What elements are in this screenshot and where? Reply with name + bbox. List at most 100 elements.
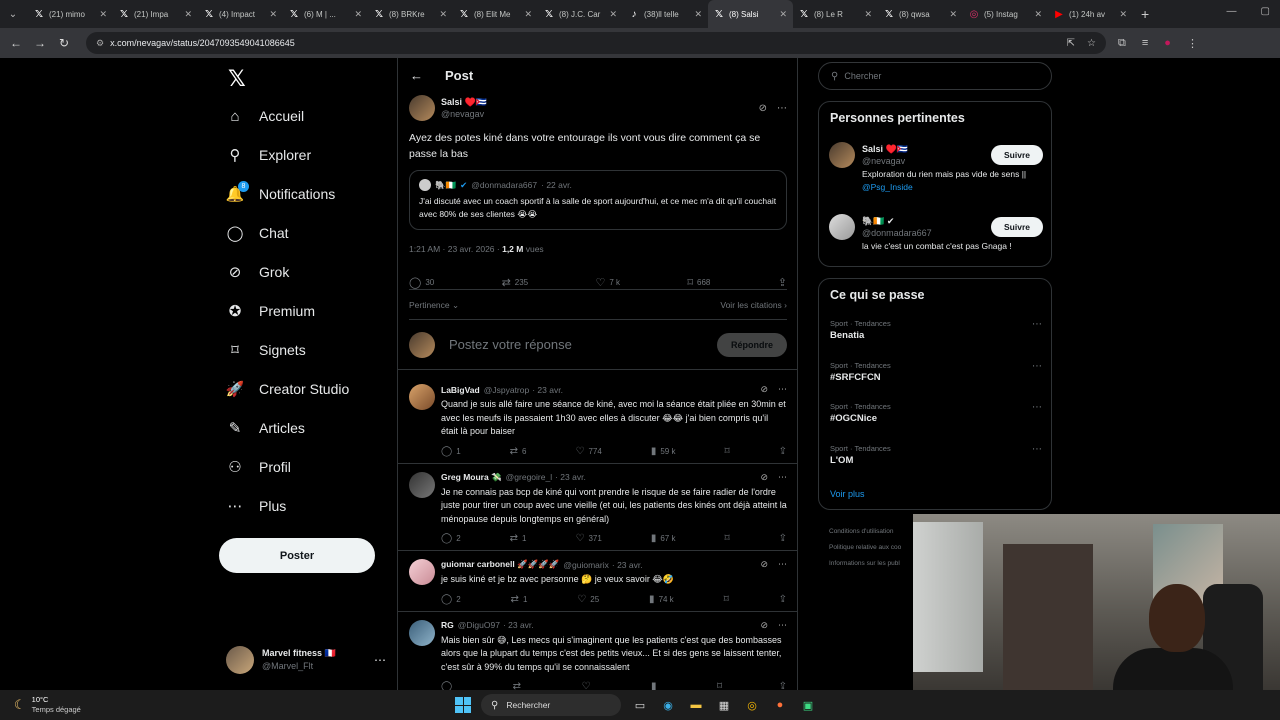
maximize-icon[interactable]: ▢ [1261,6,1270,17]
see-more-link[interactable]: Voir plus [830,489,865,499]
extensions-icon[interactable]: ⧉ [1118,37,1126,50]
reply-action[interactable]: ◯ 2 [441,594,461,605]
reply-author-name[interactable]: RG [441,620,454,630]
person-name[interactable]: Salsi ♥️🇨🇺 [862,143,908,155]
share-action[interactable]: ⇪ [779,594,787,605]
reply-date[interactable]: · 23 avr. [532,385,563,395]
nav-item-plus[interactable]: ⋯ Plus [226,491,287,521]
profile-icon[interactable]: ● [1164,37,1171,50]
file-explorer-icon[interactable]: ▬ [687,696,705,714]
taskbar-search[interactable]: ⚲ Rechercher [481,694,621,716]
reply-author-handle[interactable]: @gregoire_l [506,472,552,482]
store-icon[interactable]: ▦ [715,696,733,714]
menu-icon[interactable]: ⋮ [1187,37,1198,50]
more-icon[interactable]: ⋯ [1032,319,1042,330]
close-icon[interactable]: ✕ [99,9,107,20]
views-action[interactable]: ▮ 67 k [651,533,676,544]
bookmark-action[interactable]: ⌑ [717,681,722,690]
person-card[interactable]: Salsi ♥️🇨🇺 @nevagav Suivre Exploration d… [829,142,1043,194]
task-view-icon[interactable]: ▭ [631,696,649,714]
browser-tab[interactable]: ♪ (38)ll telle ✕ [623,0,708,28]
trend-item[interactable]: Sport · Tendances Benatia ⋯ [830,319,1042,341]
chrome-icon[interactable]: ◎ [743,696,761,714]
heart-action[interactable]: ♡ 371 [576,533,602,544]
reply-author-name[interactable]: LaBigVad [441,385,480,395]
share-action[interactable]: ⇪ [779,681,787,690]
bookmark-action[interactable]: ⌑ [724,594,729,605]
views-action[interactable]: ▮ 59 k [651,446,676,457]
reply-action[interactable]: ◯ 2 [441,533,461,544]
close-icon[interactable]: ✕ [949,9,957,20]
follow-button[interactable]: Suivre [991,217,1043,237]
back-arrow-icon[interactable]: ← [410,68,423,83]
reply-author-handle[interactable]: @Jspyatrop [484,385,529,395]
app-icon[interactable]: ▣ [799,696,817,714]
bio-link[interactable]: @Psg_Inside [862,182,913,192]
footer-link[interactable]: Politique relative aux coo [829,540,901,556]
nav-item-premium[interactable]: ✪ Premium [226,296,315,326]
quoted-tweet[interactable]: 🐘🇨🇮 ✔ @donmadara667 · 22 avr. J'ai discu… [409,170,787,230]
more-icon[interactable]: ⋯ [778,384,787,395]
heart-action[interactable]: ♡ 774 [576,446,602,457]
bookmark-action[interactable]: ⌑ [724,533,729,544]
back-icon[interactable]: ← [4,36,28,50]
reply-author-handle[interactable]: @guiomarix [563,560,608,570]
browser-tab[interactable]: 𝕏 (8) Salsi ✕ [708,0,793,28]
browser-tab[interactable]: 𝕏 (8) Elit Me ✕ [453,0,538,28]
trend-item[interactable]: Sport · Tendances L'OM ⋯ [830,444,1042,466]
more-icon[interactable]: ⋯ [374,653,386,667]
close-icon[interactable]: ✕ [779,9,787,20]
browser-tab[interactable]: 𝕏 (21) Impa ✕ [113,0,198,28]
browser-tab[interactable]: 𝕏 (8) BRKre ✕ [368,0,453,28]
retweet-action[interactable]: ⇄ 235 [502,276,529,289]
avatar[interactable] [409,471,435,498]
close-icon[interactable]: ✕ [184,9,192,20]
footer-link[interactable]: Conditions d'utilisation [829,524,901,540]
close-icon[interactable]: ✕ [354,9,362,20]
close-icon[interactable]: ✕ [1034,9,1042,20]
close-icon[interactable]: ✕ [1119,9,1127,20]
nav-item-signets[interactable]: ⌑ Signets [226,335,306,365]
nav-item-articles[interactable]: ✎ Articles [226,413,305,443]
x-logo-icon[interactable]: 𝕏 [228,66,246,92]
tab-search-icon[interactable]: ⌄ [4,5,22,23]
reply-input[interactable]: Postez votre réponse [449,337,572,352]
grok-icon[interactable]: ⊘ [759,103,767,114]
bookmark-action[interactable]: ⌑ [724,446,729,457]
nav-item-accueil[interactable]: ⌂ Accueil [226,101,304,131]
reply-date[interactable]: · 23 avr. [555,472,586,482]
tweet-author-name[interactable]: Salsi ♥️🇨🇺 [441,96,487,108]
reply-action[interactable]: ◯ 1 [441,446,461,457]
retweet-action[interactable]: ⇄ [513,681,525,690]
browser-tab[interactable]: 𝕏 (8) J.C. Car ✕ [538,0,623,28]
footer-link[interactable]: Informations sur les publ [829,556,901,572]
browser-tab[interactable]: 𝕏 (8) qwsa ✕ [878,0,963,28]
close-icon[interactable]: ✕ [864,9,872,20]
minimize-icon[interactable]: — [1227,6,1237,17]
forward-icon[interactable]: → [28,36,52,50]
url-field[interactable]: ⚙ x.com/nevagav/status/20470935490410866… [86,32,1106,54]
search-input[interactable]: ⚲ Chercher [818,62,1052,90]
reply-tweet[interactable]: guiomar carbonell 🚀🚀🚀🚀 @guiomarix · 23 avr… [398,551,797,612]
grok-icon[interactable]: ⊘ [760,472,768,483]
close-icon[interactable]: ✕ [694,9,702,20]
nav-item-grok[interactable]: ⊘ Grok [226,257,290,287]
share-action[interactable]: ⇪ [779,533,787,544]
more-icon[interactable]: ⋯ [777,103,787,114]
retweet-action[interactable]: ⇄ 1 [511,594,528,605]
person-name[interactable]: 🐘🇨🇮 ✔ [862,215,932,227]
bookmark-action[interactable]: ⌑ 668 [687,276,710,289]
reply-action[interactable]: ◯ [441,681,456,690]
grok-icon[interactable]: ⊘ [760,620,768,631]
weather-widget[interactable]: ☾ 10°C Temps dégagé [14,695,81,715]
views-action[interactable]: ▮ [651,681,661,690]
browser-tab[interactable]: ▶ (1) 24h av ✕ [1048,0,1133,28]
close-icon[interactable]: ✕ [439,9,447,20]
reply-tweet[interactable]: RG @DiguO97 · 23 avr. ⊘ ⋯ Mais bien sûr 😅, Le… [398,612,797,690]
nav-item-chat[interactable]: ◯ Chat [226,218,289,248]
reply-author-name[interactable]: Greg Moura 💸 [441,472,502,483]
firefox-icon[interactable]: ● [771,696,789,714]
browser-tab[interactable]: 𝕏 (21) mimo ✕ [28,0,113,28]
avatar[interactable] [829,142,855,168]
reply-tweet[interactable]: LaBigVad @Jspyatrop · 23 avr. ⊘ ⋯ Quand je su… [398,376,797,464]
